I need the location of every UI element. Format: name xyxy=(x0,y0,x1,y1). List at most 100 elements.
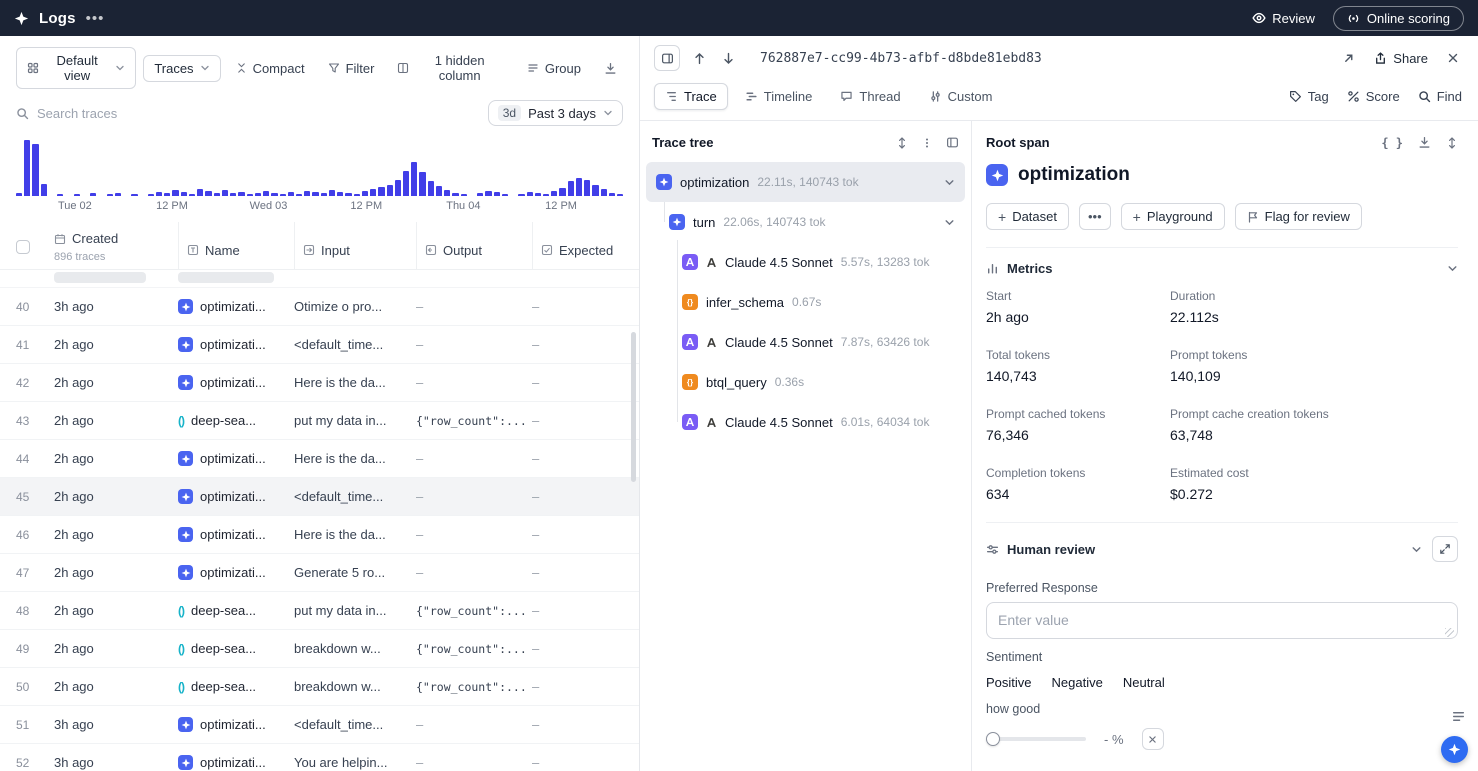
hidden-columns-button[interactable]: 1 hidden column xyxy=(389,48,511,88)
trace-id[interactable]: 762887e7-cc99-4b73-afbf-d8bde81ebd83 xyxy=(760,51,1042,66)
next-trace-button[interactable] xyxy=(719,49,738,68)
span-metrics: 5.57s, 13283 tok xyxy=(841,255,930,269)
share-button[interactable]: Share xyxy=(1374,51,1428,66)
open-in-playground-button[interactable]: +Playground xyxy=(1121,203,1225,230)
row-name: optimizati... xyxy=(178,451,294,466)
table-row[interactable]: 442h agooptimizati...Here is the da...–– xyxy=(0,440,639,478)
trace-tree-item[interactable]: optimization22.11s, 140743 tok xyxy=(646,162,965,202)
histogram-bar xyxy=(411,140,417,196)
share-icon xyxy=(1374,52,1387,65)
histogram-bar xyxy=(403,140,409,196)
table-scrollbar[interactable] xyxy=(631,332,636,482)
preferred-response-input[interactable] xyxy=(986,602,1458,639)
trace-tree-item[interactable]: Claude 4.5 Sonnet7.87s, 63426 tok xyxy=(646,322,965,362)
clear-score-button[interactable] xyxy=(1142,728,1164,750)
table-row[interactable]: 513h agooptimizati...<default_time...–– xyxy=(0,706,639,744)
expand-review-button[interactable] xyxy=(1432,536,1458,562)
more-actions-button[interactable]: ••• xyxy=(1079,203,1111,230)
table-row[interactable]: 472h agooptimizati...Generate 5 ro...–– xyxy=(0,554,639,592)
sentiment-negative-button[interactable]: Negative xyxy=(1052,671,1103,694)
expand-sections-button[interactable] xyxy=(1446,137,1458,149)
table-row[interactable]: 452h agooptimizati...<default_time...–– xyxy=(0,478,639,516)
compact-toggle[interactable]: Compact xyxy=(228,56,313,81)
app-logo-icon xyxy=(14,11,29,26)
flag-for-review-button[interactable]: Flag for review xyxy=(1235,203,1362,230)
page-menu-button[interactable]: ••• xyxy=(86,10,105,27)
download-span-button[interactable] xyxy=(1418,136,1431,149)
traces-histogram[interactable]: Tue 0212 PMWed 0312 PMThu 0412 PM xyxy=(16,140,623,214)
chevron-down-icon[interactable] xyxy=(1411,544,1422,555)
anthropic-logo-icon xyxy=(706,337,717,348)
human-review-section-header[interactable]: Human review xyxy=(986,523,1458,573)
row-output: – xyxy=(416,717,532,732)
sparkle-icon xyxy=(1448,743,1461,756)
column-header-expected[interactable]: Expected xyxy=(532,222,629,269)
table-row[interactable]: 432h ago()deep-sea...put my data in...{"… xyxy=(0,402,639,440)
column-header-input[interactable]: Input xyxy=(294,222,416,269)
column-header-output[interactable]: Output xyxy=(416,222,532,269)
review-button[interactable]: Review xyxy=(1252,11,1315,26)
previous-trace-button[interactable] xyxy=(690,49,709,68)
table-row[interactable]: 422h agooptimizati...Here is the da...–– xyxy=(0,364,639,402)
table-row[interactable]: 492h ago()deep-sea...breakdown w...{"row… xyxy=(0,630,639,668)
trace-tree-item[interactable]: turn22.06s, 140743 tok xyxy=(646,202,965,242)
how-good-slider[interactable] xyxy=(986,732,1086,746)
ai-assistant-fab[interactable] xyxy=(1441,736,1468,763)
select-all-checkbox[interactable] xyxy=(16,240,30,254)
table-row[interactable]: 523h agooptimizati...You are helpin...–– xyxy=(0,744,639,771)
trace-tree-item[interactable]: Claude 4.5 Sonnet6.01s, 64034 tok xyxy=(646,402,965,442)
open-in-new-button[interactable] xyxy=(1339,49,1358,68)
tree-panel-toggle[interactable] xyxy=(946,136,959,149)
group-button[interactable]: Group xyxy=(519,56,589,81)
table-row[interactable]: 502h ago()deep-sea...breakdown w...{"row… xyxy=(0,668,639,706)
sentiment-positive-button[interactable]: Positive xyxy=(986,671,1032,694)
table-row[interactable]: 482h ago()deep-sea...put my data in...{"… xyxy=(0,592,639,630)
score-button[interactable]: Score xyxy=(1347,89,1400,104)
close-button[interactable] xyxy=(1444,49,1462,67)
expand-all-button[interactable] xyxy=(896,137,908,149)
add-to-dataset-button[interactable]: +Dataset xyxy=(986,203,1069,230)
column-header-name[interactable]: Name xyxy=(178,222,294,269)
filter-button[interactable]: Filter xyxy=(320,56,383,81)
column-header-created[interactable]: Created xyxy=(72,231,118,246)
histogram-bar xyxy=(65,140,71,196)
view-selector[interactable]: Default view xyxy=(16,47,136,89)
table-row[interactable]: 403h agooptimizati...Otimize o pro...–– xyxy=(0,288,639,326)
row-output: – xyxy=(416,337,532,352)
outline-toggle-button[interactable] xyxy=(1451,709,1466,724)
tree-more-button[interactable] xyxy=(921,137,933,149)
metrics-section-header[interactable]: Metrics xyxy=(986,248,1458,287)
row-number: 51 xyxy=(16,718,54,732)
chevron-down-icon[interactable] xyxy=(1447,263,1458,274)
tab-trace[interactable]: Trace xyxy=(654,83,728,110)
tab-thread[interactable]: Thread xyxy=(829,83,911,110)
search-input[interactable] xyxy=(37,106,476,121)
tab-timeline[interactable]: Timeline xyxy=(734,83,824,110)
collapse-panel-button[interactable] xyxy=(654,45,680,71)
trace-tab-icon xyxy=(665,90,678,103)
optimization-span-icon xyxy=(178,717,193,732)
export-button[interactable] xyxy=(596,57,625,80)
view-json-button[interactable]: { } xyxy=(1381,136,1403,150)
trace-tree-item[interactable]: {}infer_schema0.67s xyxy=(646,282,965,322)
sentiment-neutral-button[interactable]: Neutral xyxy=(1123,671,1165,694)
table-row[interactable]: 462h agooptimizati...Here is the da...–– xyxy=(0,516,639,554)
trace-tree-item[interactable]: Claude 4.5 Sonnet5.57s, 13283 tok xyxy=(646,242,965,282)
find-button[interactable]: Find xyxy=(1418,89,1462,104)
table-row[interactable]: 412h agooptimizati...<default_time...–– xyxy=(0,326,639,364)
trace-tree-item[interactable]: {}btql_query0.36s xyxy=(646,362,965,402)
chevron-down-icon[interactable] xyxy=(944,217,955,228)
row-input: put my data in... xyxy=(294,413,416,428)
mode-selector[interactable]: Traces xyxy=(143,55,220,82)
histogram-bar xyxy=(617,140,623,196)
axis-tick-label: 12 PM xyxy=(350,200,382,212)
chevron-down-icon[interactable] xyxy=(944,177,955,188)
slider-thumb[interactable] xyxy=(986,732,1000,746)
tab-custom[interactable]: Custom xyxy=(918,83,1004,110)
row-number: 41 xyxy=(16,338,54,352)
online-scoring-button[interactable]: Online scoring xyxy=(1333,6,1464,31)
time-range-selector[interactable]: 3d Past 3 days xyxy=(488,100,623,126)
row-input: put my data in... xyxy=(294,603,416,618)
tag-button[interactable]: Tag xyxy=(1289,89,1329,104)
how-good-label: how good xyxy=(986,702,1458,716)
